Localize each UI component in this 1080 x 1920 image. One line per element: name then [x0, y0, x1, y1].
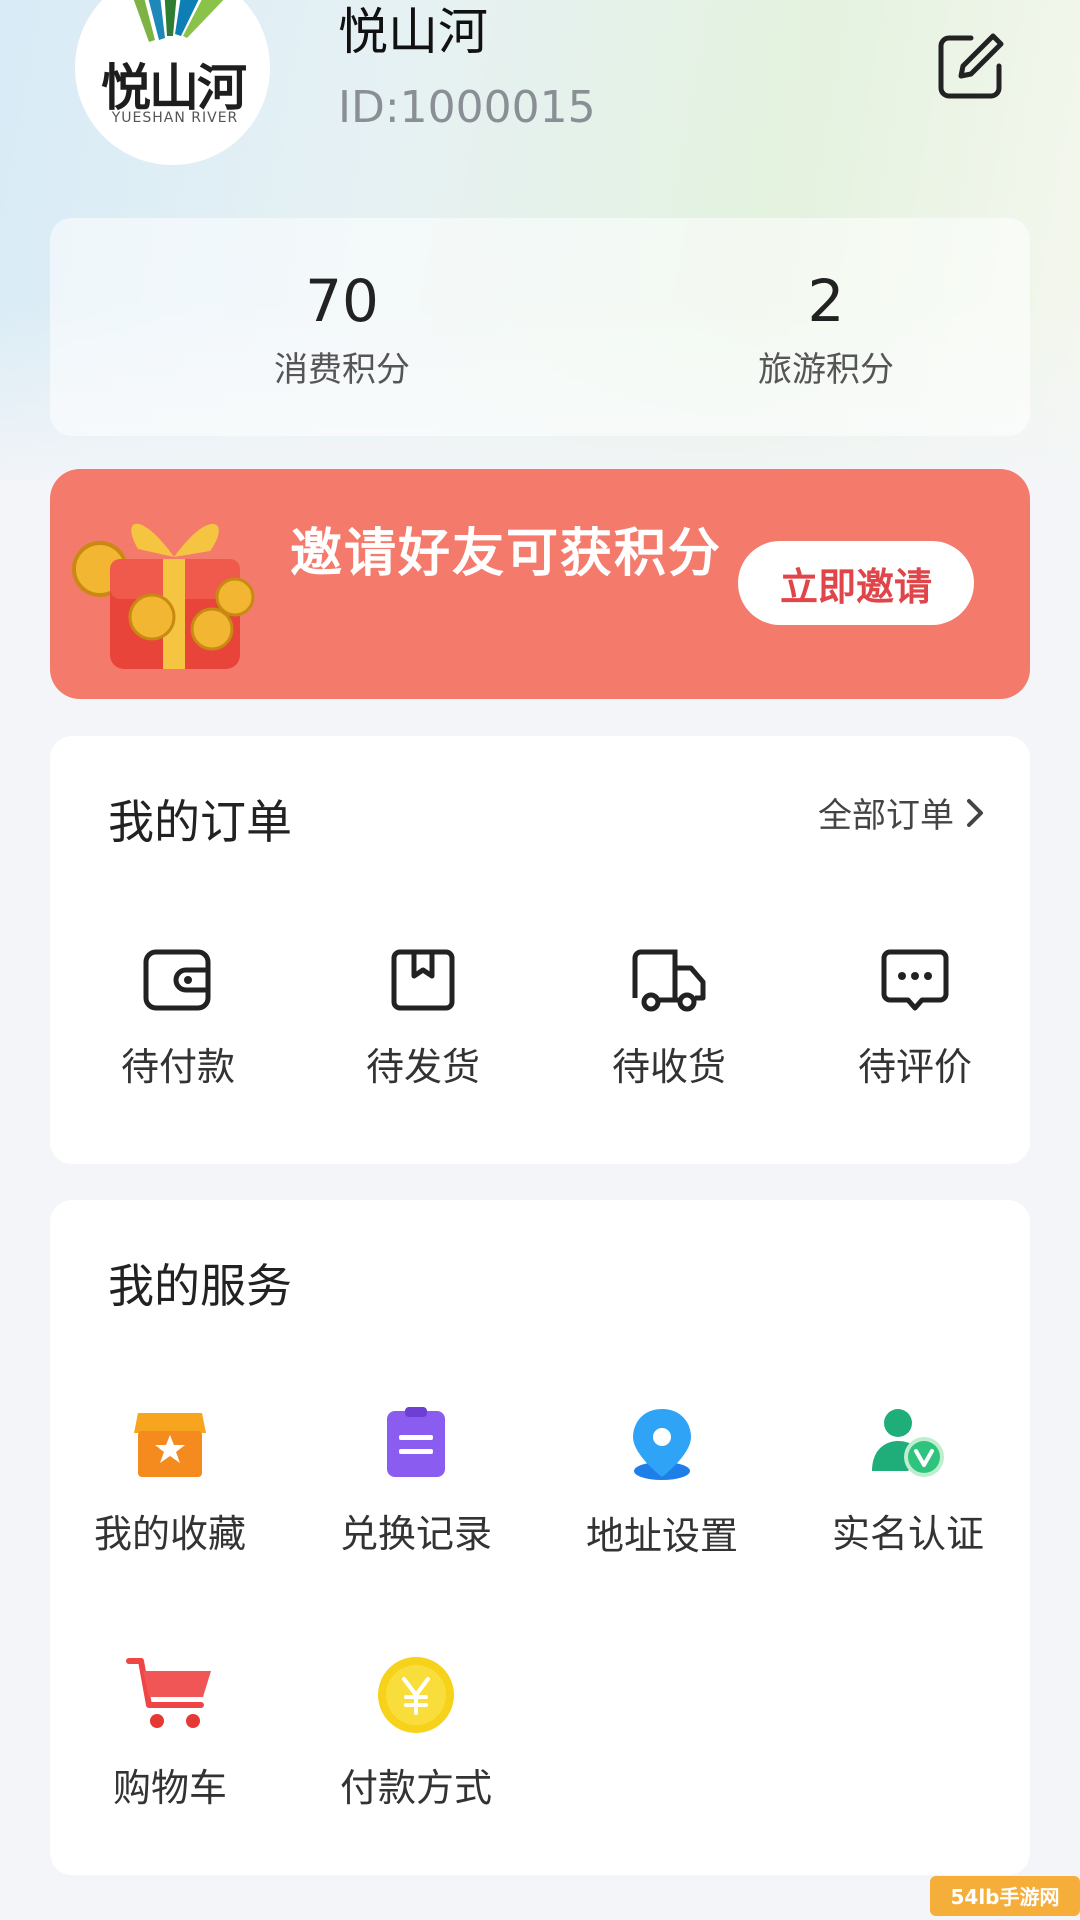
logo-subtext: YUESHAN RIVER — [111, 110, 239, 126]
logo-rays-icon — [133, 0, 224, 42]
gift-box-icon — [72, 523, 255, 669]
avatar[interactable]: 悦山河 YUESHAN RIVER — [75, 0, 270, 165]
edit-profile-button[interactable] — [935, 30, 1007, 102]
travel-points-label: 旅游积分 — [758, 350, 894, 390]
service-real-name-verification-label: 实名认证 — [831, 1512, 984, 1556]
order-pending-review-label: 待评价 — [857, 1045, 972, 1089]
all-orders-label: 全部订单 — [818, 796, 954, 836]
invite-text: 邀请好友可获积分 — [290, 524, 723, 584]
service-address-settings[interactable]: 地址设置 — [562, 1405, 762, 1560]
my-services-card: 我的服务 我的收藏 兑换记录 地址设置 实名认证 购物车 付款方式 — [50, 1200, 1030, 1875]
service-exchange-records[interactable]: 兑换记录 — [316, 1405, 516, 1558]
profile-header: 悦山河 YUESHAN RIVER 悦山河 ID:1000015 — [0, 0, 1080, 190]
favorite-box-icon — [134, 1413, 206, 1477]
user-name: 悦山河 — [338, 3, 488, 61]
consumption-points-label: 消费积分 — [274, 350, 410, 390]
cart-icon — [126, 1658, 211, 1728]
comment-icon — [881, 949, 949, 1011]
truck-icon — [632, 949, 706, 1012]
location-icon — [633, 1409, 691, 1480]
service-address-settings-label: 地址设置 — [585, 1514, 738, 1558]
wallet-icon — [143, 949, 211, 1011]
box-icon — [391, 949, 455, 1011]
travel-points[interactable]: 2 旅游积分 — [676, 268, 976, 391]
service-favorites[interactable]: 我的收藏 — [70, 1405, 270, 1558]
user-id: ID:1000015 — [338, 82, 596, 133]
order-pending-shipment-label: 待发货 — [365, 1045, 480, 1089]
invite-banner[interactable]: 邀请好友可获积分 立即邀请 — [50, 469, 1030, 699]
order-pending-shipment[interactable]: 待发货 — [323, 946, 523, 1091]
record-icon — [387, 1407, 445, 1477]
edit-icon — [938, 33, 1004, 99]
order-pending-receipt[interactable]: 待收货 — [569, 946, 769, 1091]
service-payment-methods-label: 付款方式 — [339, 1766, 492, 1810]
consumption-points-value: 70 — [305, 267, 379, 335]
yen-coin-icon — [378, 1657, 454, 1733]
travel-points-value: 2 — [807, 267, 845, 335]
order-pending-receipt-label: 待收货 — [611, 1045, 726, 1089]
orders-title: 我的订单 — [108, 795, 292, 849]
service-exchange-records-label: 兑换记录 — [339, 1512, 492, 1556]
invite-now-button[interactable]: 立即邀请 — [738, 541, 974, 625]
chevron-right-icon — [967, 798, 983, 827]
service-payment-methods[interactable]: 付款方式 — [316, 1655, 516, 1812]
order-pending-payment-label: 待付款 — [120, 1045, 235, 1089]
all-orders-link[interactable]: 全部订单 — [818, 788, 986, 837]
my-orders-card: 我的订单 全部订单 待付款 待发货 待收货 待评价 — [50, 736, 1030, 1164]
order-pending-review[interactable]: 待评价 — [815, 946, 1015, 1091]
service-shopping-cart[interactable]: 购物车 — [70, 1655, 270, 1812]
service-favorites-label: 我的收藏 — [93, 1512, 246, 1556]
points-card: 70 消费积分 2 旅游积分 — [50, 218, 1030, 436]
service-shopping-cart-label: 购物车 — [112, 1766, 227, 1810]
services-title: 我的服务 — [108, 1259, 292, 1313]
watermark-logo: 54lb手游网 — [930, 1876, 1080, 1916]
consumption-points[interactable]: 70 消费积分 — [192, 268, 492, 391]
order-pending-payment[interactable]: 待付款 — [78, 946, 278, 1091]
watermark-text: 54lb手游网 — [950, 1885, 1059, 1909]
verified-user-icon — [872, 1409, 944, 1477]
service-real-name-verification[interactable]: 实名认证 — [808, 1405, 1008, 1558]
